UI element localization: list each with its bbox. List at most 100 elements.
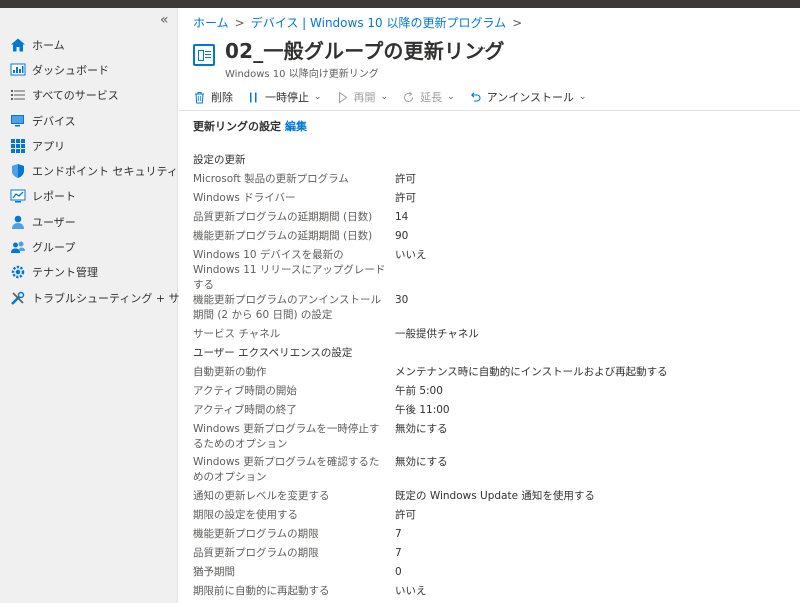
sidebar-nav: ホーム ダッシュボード すべてのサービス デバイス アプリ エンドポイント セキ… xyxy=(0,32,213,310)
wrench-icon xyxy=(11,291,25,305)
setting-row: Windows ドライバー 許可 xyxy=(193,191,793,210)
setting-name: 期限前に自動的に再起動する xyxy=(193,585,330,597)
list-icon xyxy=(11,90,25,101)
update-ring-icon xyxy=(193,44,215,66)
undo-icon xyxy=(470,91,481,102)
sidebar-item-home[interactable]: ホーム xyxy=(0,32,178,57)
setting-row: Microsoft 製品の更新プログラム 許可 xyxy=(193,172,793,191)
setting-name: 通知の更新レベルを変更する xyxy=(193,490,330,502)
setting-value: いいえ xyxy=(395,585,427,597)
setting-name: 機能更新プログラムの期限 xyxy=(193,528,319,540)
user-icon xyxy=(12,215,24,229)
devices-icon xyxy=(11,114,24,127)
setting-name: Windows 更新プログラムを確認するためのオプション xyxy=(193,456,380,483)
setting-row: Windows 10 デバイスを最新の Windows 11 リリースにアップグ… xyxy=(193,248,793,293)
sidebar-item-tenant-admin[interactable]: テナント管理 xyxy=(0,260,178,285)
breadcrumb-home-link[interactable]: ホーム xyxy=(193,16,229,30)
setting-value: 既定の Windows Update 通知を使用する xyxy=(395,490,595,502)
top-bar xyxy=(0,0,800,8)
settings-group-heading: 設定の更新 xyxy=(193,153,793,172)
settings-list: 設定の更新 Microsoft 製品の更新プログラム 許可 Windows ドライバー… xyxy=(193,153,793,603)
setting-name: 機能更新プログラムの延期期間 (日数) xyxy=(193,230,373,242)
sidebar-item-devices[interactable]: デバイス xyxy=(0,108,178,133)
setting-row: 自動更新の動作 メンテナンス時に自動的にインストールおよび再起動する xyxy=(193,365,793,384)
setting-row: サービス チャネル 一般提供チャネル xyxy=(193,327,793,346)
setting-name: Windows 更新プログラムを一時停止するためのオプション xyxy=(193,423,380,450)
shield-icon xyxy=(12,164,24,179)
sidebar-item-label: デバイス xyxy=(32,114,76,128)
setting-row: 期限の設定を使用する 許可 xyxy=(193,508,793,527)
setting-row: 通知の更新レベルを変更する 既定の Windows Update 通知を使用する xyxy=(193,489,793,508)
setting-row: 機能更新プログラムの延期期間 (日数) 90 xyxy=(193,229,793,248)
setting-value: 無効にする xyxy=(395,423,448,435)
sidebar-item-endpoint-security[interactable]: エンドポイント セキュリティ xyxy=(0,158,178,183)
setting-row: Windows 更新プログラムを一時停止するためのオプション 無効にする xyxy=(193,422,793,455)
setting-name: Windows 10 デバイスを最新の Windows 11 リリースにアップグ… xyxy=(193,249,386,291)
setting-value: 14 xyxy=(395,211,409,223)
uninstall-label: アンインストール xyxy=(486,91,574,104)
sidebar-item-label: ダッシュボード xyxy=(32,63,109,77)
pause-button[interactable]: 一時停止 ⌄ xyxy=(247,89,322,105)
home-icon xyxy=(11,38,25,52)
setting-name: サービス チャネル xyxy=(193,328,281,340)
chevron-down-icon: ⌄ xyxy=(380,92,389,102)
setting-name: Microsoft 製品の更新プログラム xyxy=(193,173,349,185)
setting-value: 午前 5:00 xyxy=(395,385,443,397)
pause-label: 一時停止 xyxy=(265,91,309,104)
trash-icon xyxy=(195,91,204,103)
breadcrumb-separator: > xyxy=(512,16,523,30)
setting-name: Windows ドライバー xyxy=(193,192,296,204)
command-bar: 削除 一時停止 ⌄ 再開 ⌄ 延長 ⌄ アンインストール ⌄ xyxy=(193,87,601,107)
sidebar-item-label: エンドポイント セキュリティ xyxy=(32,165,178,179)
extend-label: 延長 xyxy=(420,91,443,104)
page-header: 02_一般グループの更新リング Windows 10 以降向け更新リング xyxy=(193,38,505,80)
chevron-down-icon: ⌄ xyxy=(447,92,455,102)
edit-link[interactable]: 編集 xyxy=(285,120,307,133)
setting-value: 一般提供チャネル xyxy=(395,328,479,340)
sidebar-item-dashboard[interactable]: ダッシュボード xyxy=(0,57,178,82)
refresh-icon xyxy=(404,91,414,102)
sidebar: « ホーム ダッシュボード すべてのサービス デバイス アプリ エンドポイント … xyxy=(0,8,213,603)
setting-value: 許可 xyxy=(395,173,416,185)
setting-row: 品質更新プログラムの期限 7 xyxy=(193,546,793,565)
setting-value: 許可 xyxy=(395,509,416,521)
setting-value: 午後 11:00 xyxy=(395,404,450,416)
sidebar-item-troubleshooting[interactable]: トラブルシューティング + サポート xyxy=(0,285,213,310)
sidebar-item-all-services[interactable]: すべてのサービス xyxy=(0,83,178,108)
setting-row: 期限前に自動的に再起動する いいえ xyxy=(193,584,793,603)
sidebar-item-reports[interactable]: レポート xyxy=(0,184,178,209)
sidebar-item-apps[interactable]: アプリ xyxy=(0,133,178,158)
uninstall-button[interactable]: アンインストール ⌄ xyxy=(469,89,587,105)
chevron-down-icon: ⌄ xyxy=(578,92,587,102)
apps-icon xyxy=(11,138,25,153)
extend-button[interactable]: 延長 ⌄ xyxy=(402,89,455,105)
more-options-button[interactable]: ··· xyxy=(477,42,492,57)
sidebar-item-users[interactable]: ユーザー xyxy=(0,209,178,234)
setting-row: 機能更新プログラムのアンインストール期間 (2 から 60 日間) の設定 30 xyxy=(193,293,793,327)
setting-name: アクティブ時間の終了 xyxy=(193,404,297,416)
setting-value: 7 xyxy=(395,547,402,559)
tenant-gear-icon xyxy=(11,266,25,279)
delete-button[interactable]: 削除 xyxy=(193,89,233,105)
setting-value: 0 xyxy=(395,566,402,578)
setting-row: 猶予期間 0 xyxy=(193,565,793,584)
setting-name: 自動更新の動作 xyxy=(193,366,267,378)
setting-name: アクティブ時間の開始 xyxy=(193,385,297,397)
breadcrumb-devices-link[interactable]: デバイス | Windows 10 以降の更新プログラム xyxy=(251,16,506,30)
setting-value: 30 xyxy=(395,294,409,306)
setting-name: 品質更新プログラムの期限 xyxy=(193,547,319,559)
setting-value: 7 xyxy=(395,528,402,540)
section-heading: 更新リングの設定 編集 xyxy=(193,118,307,134)
collapse-sidebar-button[interactable]: « xyxy=(160,12,169,28)
sidebar-item-groups[interactable]: グループ xyxy=(0,234,178,259)
setting-name: 品質更新プログラムの延期期間 (日数) xyxy=(193,211,373,223)
setting-row: アクティブ時間の開始 午前 5:00 xyxy=(193,384,793,403)
section-title: 更新リングの設定 xyxy=(193,120,281,133)
sidebar-item-label: ユーザー xyxy=(32,215,76,229)
toolbar-divider xyxy=(179,110,800,111)
breadcrumb-separator: > xyxy=(234,16,245,30)
page-subtitle: Windows 10 以降向け更新リング xyxy=(225,69,379,80)
setting-value: 無効にする xyxy=(395,456,448,468)
sidebar-item-label: すべてのサービス xyxy=(32,89,119,103)
resume-button[interactable]: 再開 ⌄ xyxy=(336,89,389,105)
